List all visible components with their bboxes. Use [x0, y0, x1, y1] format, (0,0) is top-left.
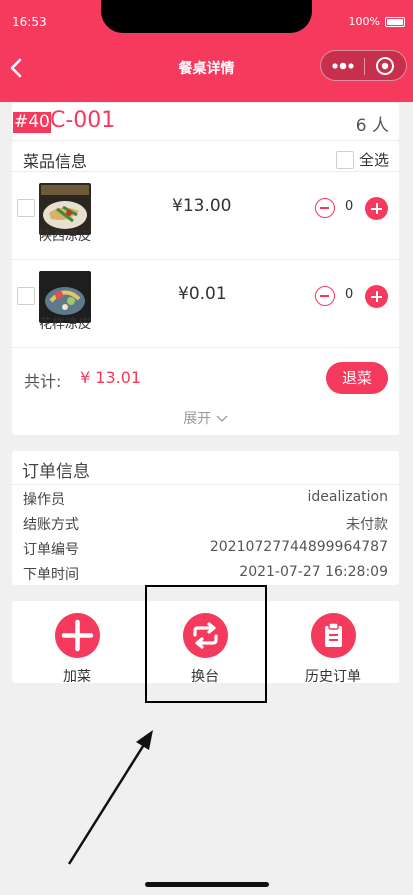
info-label: 操作员: [23, 492, 65, 508]
dish-quantity: 0: [345, 287, 354, 302]
return-dish-button[interactable]: 退菜: [326, 362, 388, 394]
select-all-label: 全选: [358, 151, 389, 169]
highlight-box: [145, 585, 267, 703]
total-label: 共计:: [24, 372, 62, 391]
decrease-quantity-icon[interactable]: [315, 198, 335, 218]
info-value: 2021-07-27 16:28:09: [239, 564, 388, 580]
order-info-row: 操作员 idealization: [23, 489, 388, 509]
increase-quantity-icon[interactable]: [365, 285, 388, 308]
increase-quantity-icon[interactable]: [365, 197, 388, 220]
dish-name: 陕西凉皮: [39, 229, 92, 244]
dish-row: 陕西凉皮 ¥13.00 0: [12, 171, 399, 259]
order-info-row: 订单编号 20210727744899964787: [23, 539, 388, 559]
select-all-control[interactable]: 全选: [335, 149, 389, 170]
table-code: C-001: [50, 108, 116, 133]
order-history-label: 历史订单: [305, 669, 361, 685]
add-dish-label: 加菜: [63, 669, 91, 685]
divider: [12, 484, 399, 485]
order-history-button[interactable]: 历史订单: [283, 613, 383, 686]
info-label: 结账方式: [23, 517, 79, 533]
dish-checkbox[interactable]: [17, 199, 35, 217]
order-info-row: 结账方式 未付款: [23, 514, 388, 534]
expand-toggle[interactable]: 展开: [12, 408, 399, 428]
dish-checkbox[interactable]: [17, 287, 35, 305]
plus-icon: [54, 613, 100, 658]
home-indicator: [145, 882, 269, 887]
order-info-row: 下单时间 2021-07-27 16:28:09: [23, 564, 388, 584]
chevron-down-icon: [216, 415, 228, 422]
order-section-title: 订单信息: [22, 462, 90, 482]
device-notch: [101, 0, 312, 33]
status-icons: 100%: [349, 15, 405, 28]
order-info-card: 订单信息 操作员 idealization 结账方式 未付款 订单编号 2021…: [12, 451, 399, 585]
dish-name: 花样凉皮: [39, 317, 92, 332]
status-time: 16:53: [12, 15, 47, 29]
table-number-tag: #40: [13, 112, 51, 133]
top-navigation-bar: 16:53 100% 餐桌详情: [0, 0, 413, 102]
total-row: 共计: ¥ 13.01 退菜: [12, 347, 399, 407]
info-value: 20210727744899964787: [209, 539, 388, 555]
table-header: #40 C-001 6 人: [12, 103, 399, 141]
decrease-quantity-icon[interactable]: [315, 286, 335, 306]
select-all-checkbox[interactable]: [335, 150, 354, 169]
dish-quantity: 0: [345, 199, 354, 214]
info-label: 下单时间: [23, 567, 79, 583]
dish-section-title: 菜品信息: [23, 152, 88, 171]
battery-icon: [385, 16, 405, 27]
close-miniprogram-icon[interactable]: [375, 56, 395, 76]
total-value: ¥ 13.01: [80, 368, 142, 387]
capsule-divider: [364, 58, 365, 75]
more-menu-icon[interactable]: [331, 61, 355, 71]
info-label: 订单编号: [23, 542, 79, 558]
info-value: 未付款: [346, 517, 388, 533]
guest-count: 6 人: [355, 116, 389, 136]
expand-label: 展开: [183, 411, 212, 427]
dish-info-card: 菜品信息 全选 陕西凉皮 ¥13.00 0 花样凉皮 ¥0.01 0 共计: ¥…: [12, 141, 399, 435]
dish-price: ¥13.00: [172, 196, 232, 216]
info-value: idealization: [307, 489, 389, 505]
add-dish-button[interactable]: 加菜: [27, 613, 127, 686]
clipboard-icon: [310, 613, 356, 658]
dish-price: ¥0.01: [178, 284, 227, 304]
dish-row: 花样凉皮 ¥0.01 0: [12, 259, 399, 347]
mini-program-capsule: [320, 50, 407, 81]
battery-percent: 100%: [348, 15, 380, 28]
